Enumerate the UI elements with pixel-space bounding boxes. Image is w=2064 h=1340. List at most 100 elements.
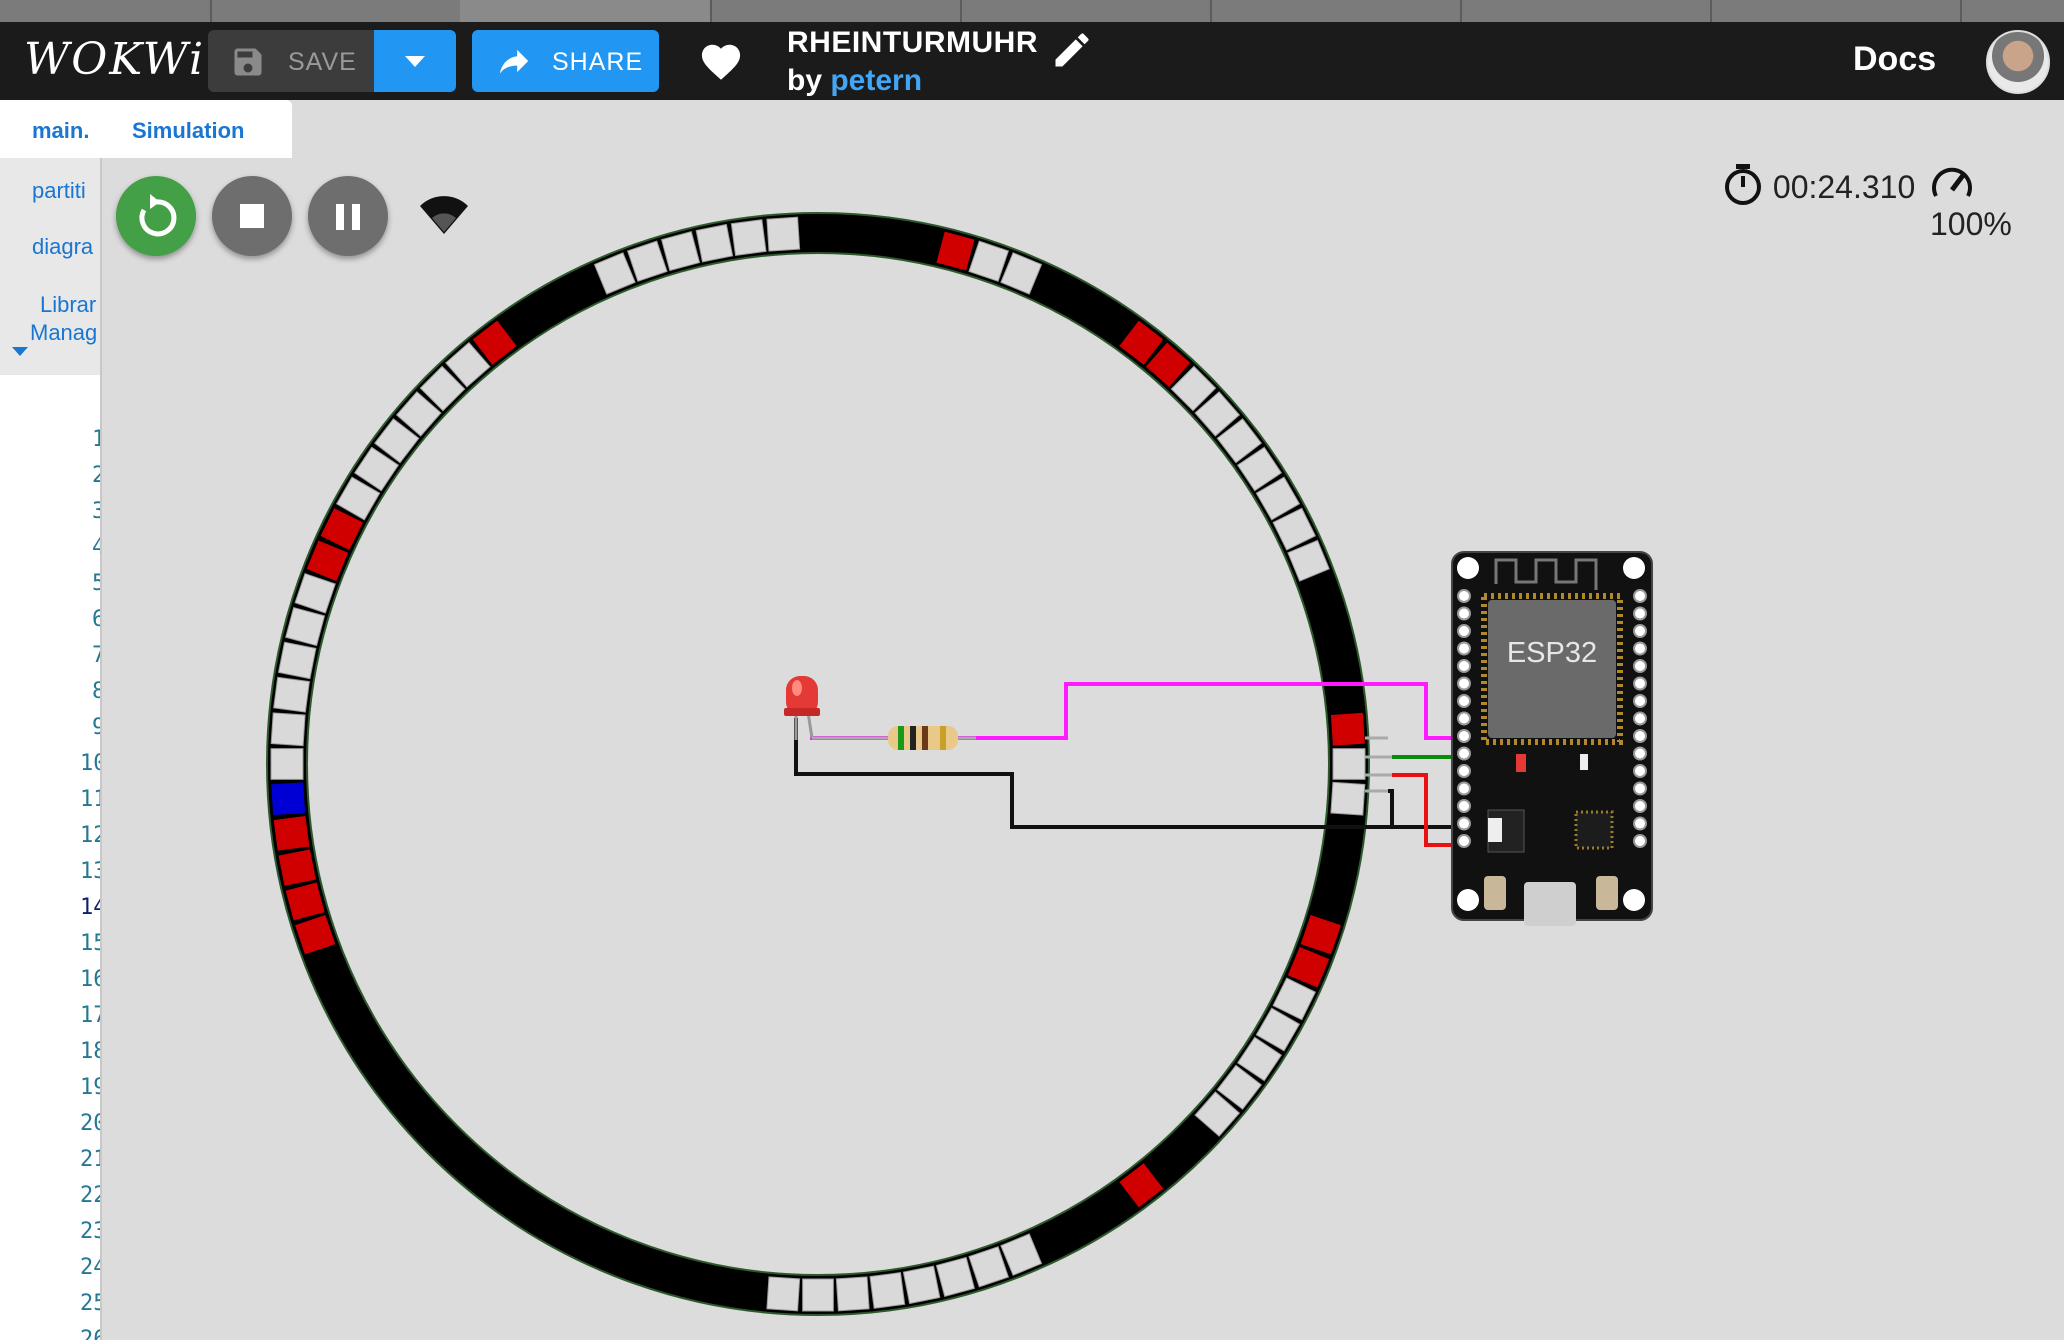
neopixel-led <box>1194 1091 1241 1137</box>
neopixel-led <box>660 231 701 272</box>
header-pin[interactable] <box>1633 606 1647 621</box>
header-pin[interactable] <box>1457 746 1471 761</box>
wire-magenta[interactable] <box>810 682 1462 740</box>
header-pin[interactable] <box>1457 694 1471 708</box>
neopixel-led <box>320 508 363 551</box>
neopixel-ring[interactable] <box>266 212 1370 1316</box>
browser-tab[interactable] <box>960 0 1212 22</box>
tab-diagram[interactable]: diagra <box>32 234 93 260</box>
pause-simulation-button[interactable] <box>308 176 388 256</box>
heart-icon[interactable] <box>698 39 744 86</box>
restart-simulation-button[interactable] <box>116 176 196 256</box>
neopixel-led <box>285 606 326 647</box>
header-pin[interactable] <box>1633 816 1647 831</box>
header-pin[interactable] <box>1457 589 1471 603</box>
browser-tab[interactable] <box>1460 0 1712 22</box>
wire-black-short[interactable] <box>1388 789 1394 827</box>
tab-simulation[interactable]: Simulation <box>100 100 292 158</box>
browser-tab[interactable] <box>210 0 462 22</box>
header-pin[interactable] <box>1633 694 1647 708</box>
neopixel-led <box>1170 365 1217 412</box>
tab-library-manager-line2[interactable]: Manag <box>30 320 97 346</box>
led-highlight <box>792 680 802 696</box>
header-pin[interactable] <box>1633 729 1647 743</box>
stopwatch-icon <box>1725 164 1761 205</box>
author-link[interactable]: petern <box>830 64 922 97</box>
line-number: 3 <box>0 494 100 530</box>
line-number: 7 <box>0 638 100 674</box>
neopixel-led <box>273 676 310 713</box>
tab-library-manager-line1[interactable]: Librar <box>40 292 96 318</box>
header-pin[interactable] <box>1633 711 1647 726</box>
resistor-band-2 <box>910 726 916 750</box>
neopixel-led <box>1300 914 1341 955</box>
header-pin[interactable] <box>1633 799 1647 813</box>
line-number-text: 6 <box>92 602 100 638</box>
tab-partitions[interactable]: partiti <box>32 178 86 204</box>
resistor[interactable] <box>812 726 976 750</box>
header-pin[interactable] <box>1457 764 1471 778</box>
neopixel-led <box>273 815 310 851</box>
header-pin[interactable] <box>1457 641 1471 656</box>
header-pin[interactable] <box>1457 624 1471 638</box>
share-button[interactable]: SHARE <box>472 30 659 92</box>
power-led <box>1516 754 1526 772</box>
en-button[interactable] <box>1596 876 1618 910</box>
header-pin[interactable] <box>1457 729 1471 743</box>
save-button[interactable]: SAVE <box>208 30 374 92</box>
pencil-icon[interactable] <box>1050 28 1094 77</box>
wire-red[interactable] <box>1392 773 1462 847</box>
header-pin[interactable] <box>1457 799 1471 813</box>
line-number-text: 9 <box>92 710 100 746</box>
file-tabs: main. partiti diagra Librar Manag <box>0 100 100 375</box>
line-number-text: 8 <box>92 674 100 710</box>
browser-tab[interactable] <box>710 0 962 22</box>
header-pin[interactable] <box>1457 676 1471 691</box>
neopixel-led <box>335 476 381 521</box>
header-pin[interactable] <box>1457 606 1471 621</box>
user-avatar[interactable] <box>1986 30 2050 94</box>
wifi-icon[interactable] <box>418 196 470 243</box>
floppy-disk-icon <box>230 44 266 87</box>
header-pin[interactable] <box>1633 746 1647 761</box>
resistor-band-4 <box>940 726 946 750</box>
resistor-band-3 <box>922 726 928 750</box>
line-number: 17 <box>0 998 100 1034</box>
browser-tab[interactable] <box>460 0 712 22</box>
wire-black[interactable] <box>794 718 1462 829</box>
header-pin[interactable] <box>1633 834 1647 848</box>
header-pin[interactable] <box>1633 589 1647 603</box>
header-pin[interactable] <box>1633 659 1647 673</box>
browser-tab[interactable] <box>0 0 212 22</box>
header-pin[interactable] <box>1457 781 1471 796</box>
header-pin[interactable] <box>1633 764 1647 778</box>
docs-link[interactable]: Docs <box>1853 40 1936 79</box>
neopixel-led <box>1272 507 1317 551</box>
header-pin[interactable] <box>1633 624 1647 638</box>
header-pin[interactable] <box>1457 659 1471 673</box>
header-pin[interactable] <box>1457 711 1471 726</box>
red-led[interactable] <box>784 676 820 740</box>
boot-button[interactable] <box>1484 876 1506 910</box>
mounting-hole <box>1457 889 1479 911</box>
tabs-overflow-caret-icon[interactable] <box>10 344 30 358</box>
save-options-dropdown[interactable] <box>374 30 456 92</box>
line-number-text: 11 <box>80 787 100 812</box>
neopixel-led <box>278 849 316 886</box>
header-pin[interactable] <box>1633 641 1647 656</box>
header-pin[interactable] <box>1457 816 1471 831</box>
browser-tab[interactable] <box>1710 0 1962 22</box>
esp32-board[interactable]: ESP32 <box>1451 551 1653 926</box>
line-number: 1 <box>0 422 100 458</box>
browser-tab[interactable] <box>1210 0 1462 22</box>
header-pin[interactable] <box>1633 781 1647 796</box>
voltage-regulator <box>1487 809 1525 853</box>
header-pin[interactable] <box>1457 834 1471 848</box>
neopixel-led <box>593 252 636 295</box>
header-pin[interactable] <box>1633 676 1647 691</box>
line-number-text: 2 <box>92 458 100 494</box>
stop-simulation-button[interactable] <box>212 176 292 256</box>
tab-main[interactable]: main. <box>0 100 100 158</box>
byline-prefix: by <box>787 64 823 97</box>
wokwi-logo[interactable]: WOKWi <box>24 34 205 85</box>
